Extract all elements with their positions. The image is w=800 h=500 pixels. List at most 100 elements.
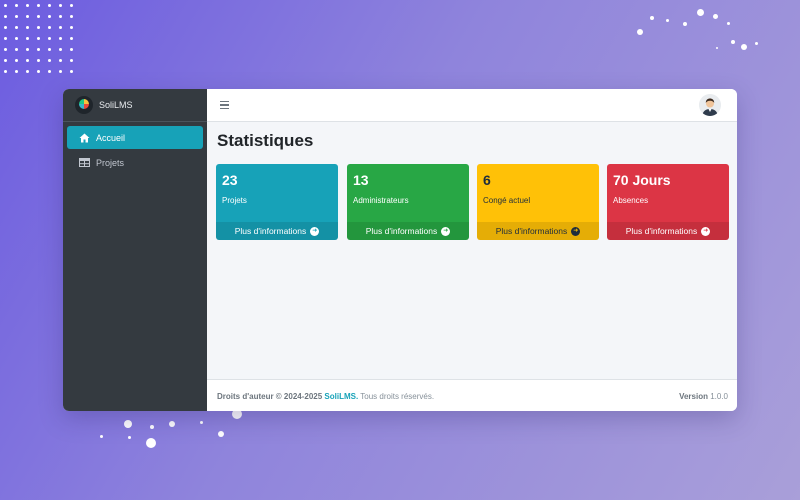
- decorative-dot: [26, 48, 29, 51]
- decorative-dot: [70, 70, 73, 73]
- topbar: [207, 89, 737, 122]
- decorative-dot: [48, 15, 51, 18]
- decorative-dot: [650, 16, 654, 20]
- decorative-dot: [70, 48, 73, 51]
- stat-label: Absences: [613, 196, 649, 205]
- app-window: SoliLMS Accueil Projets Statistiques 23 …: [63, 89, 737, 411]
- user-avatar-icon[interactable]: [699, 94, 721, 116]
- decorative-dot: [26, 70, 29, 73]
- decorative-dot: [48, 59, 51, 62]
- decorative-dot: [727, 22, 730, 25]
- decorative-dot: [697, 9, 704, 16]
- sidebar-item-label: Projets: [96, 157, 125, 168]
- decorative-dot: [59, 59, 62, 62]
- footer-copyright: Droits d'auteur © 2024-2025 SoliLMS. Tou…: [217, 392, 434, 401]
- more-info-link[interactable]: Plus d'informations ➜: [477, 222, 599, 240]
- decorative-dot: [15, 26, 18, 29]
- decorative-dot: [218, 431, 224, 437]
- decorative-dot: [716, 47, 718, 49]
- decorative-dot: [4, 37, 7, 40]
- stat-card-conge: 6 Congé actuel Plus d'informations ➜: [477, 164, 599, 240]
- stat-value: 13: [353, 172, 369, 188]
- decorative-dot: [59, 37, 62, 40]
- decorative-dot: [37, 4, 40, 7]
- brand-link[interactable]: SoliLMS: [63, 89, 207, 122]
- decorative-dot: [15, 48, 18, 51]
- table-icon: [79, 157, 90, 168]
- decorative-dot: [70, 59, 73, 62]
- version-value: 1.0.0: [710, 392, 728, 401]
- version-label: Version: [679, 392, 708, 401]
- app-logo-icon: [75, 96, 93, 114]
- rights-text: Tous droits réservés.: [360, 392, 435, 401]
- decorative-dot: [70, 26, 73, 29]
- main-area: Statistiques 23 Projets Plus d'informati…: [207, 89, 737, 411]
- stat-value: 23: [222, 172, 238, 188]
- decorative-dot: [637, 29, 643, 35]
- decorative-dot: [37, 26, 40, 29]
- decorative-dot: [15, 59, 18, 62]
- arrow-circle-right-icon: ➜: [701, 226, 711, 236]
- page-title: Statistiques: [217, 131, 314, 150]
- arrow-circle-right-icon: ➜: [310, 226, 320, 236]
- decorative-dot: [4, 26, 7, 29]
- decorative-dot: [755, 42, 758, 45]
- decorative-dot: [26, 37, 29, 40]
- decorative-dot: [59, 4, 62, 7]
- decorative-dot: [128, 436, 131, 439]
- stat-value: 6: [483, 172, 491, 188]
- decorative-dot: [15, 15, 18, 18]
- more-info-link[interactable]: Plus d'informations ➜: [607, 222, 729, 240]
- decorative-dot: [15, 37, 18, 40]
- decorative-dot: [59, 15, 62, 18]
- decorative-dot: [200, 421, 203, 424]
- footer: Droits d'auteur © 2024-2025 SoliLMS. Tou…: [207, 379, 737, 411]
- footer-brand-link[interactable]: SoliLMS.: [324, 392, 358, 401]
- sidebar-item-label: Accueil: [96, 132, 126, 143]
- arrow-circle-right-icon: ➜: [441, 226, 451, 236]
- stat-label: Congé actuel: [483, 196, 531, 205]
- decorative-dot: [169, 421, 175, 427]
- stat-label: Projets: [222, 196, 247, 205]
- decorative-dot: [37, 48, 40, 51]
- decorative-dot: [4, 48, 7, 51]
- sidebar-item-projets[interactable]: Projets: [67, 151, 203, 174]
- arrow-circle-right-icon: ➜: [571, 226, 581, 236]
- decorative-dot: [48, 37, 51, 40]
- decorative-dot: [59, 48, 62, 51]
- decorative-dot: [150, 425, 154, 429]
- more-info-label: Plus d'informations: [234, 226, 307, 236]
- sidebar-nav: Accueil Projets: [63, 122, 207, 180]
- decorative-dot: [15, 70, 18, 73]
- decorative-dot: [70, 4, 73, 7]
- decorative-dot: [4, 59, 7, 62]
- stat-card-administrateurs: 13 Administrateurs Plus d'informations ➜: [347, 164, 469, 240]
- more-info-link[interactable]: Plus d'informations ➜: [216, 222, 338, 240]
- decorative-dot: [100, 435, 103, 438]
- decorative-dot: [124, 420, 132, 428]
- stat-cards: 23 Projets Plus d'informations ➜ 13 Admi…: [216, 164, 730, 240]
- stat-card-absences: 70 Jours Absences Plus d'informations ➜: [607, 164, 729, 240]
- decorative-dot: [37, 37, 40, 40]
- decorative-dot: [59, 70, 62, 73]
- sidebar: SoliLMS Accueil Projets: [63, 89, 207, 411]
- decorative-dot: [666, 19, 669, 22]
- copyright-text: Droits d'auteur © 2024-2025: [217, 392, 323, 401]
- decorative-dot: [731, 40, 735, 44]
- hamburger-icon[interactable]: [220, 101, 229, 110]
- decorative-dot: [59, 26, 62, 29]
- decorative-dot: [37, 70, 40, 73]
- decorative-dot: [741, 44, 747, 50]
- sidebar-item-accueil[interactable]: Accueil: [67, 126, 203, 149]
- decorative-dot: [146, 438, 156, 448]
- decorative-dot: [4, 4, 7, 7]
- decorative-dot: [683, 22, 687, 26]
- more-info-label: Plus d'informations: [625, 226, 698, 236]
- more-info-label: Plus d'informations: [365, 226, 438, 236]
- stat-card-projets: 23 Projets Plus d'informations ➜: [216, 164, 338, 240]
- stat-label: Administrateurs: [353, 196, 409, 205]
- decorative-dot: [48, 26, 51, 29]
- decorative-dot: [26, 4, 29, 7]
- decorative-dot: [48, 48, 51, 51]
- more-info-link[interactable]: Plus d'informations ➜: [347, 222, 469, 240]
